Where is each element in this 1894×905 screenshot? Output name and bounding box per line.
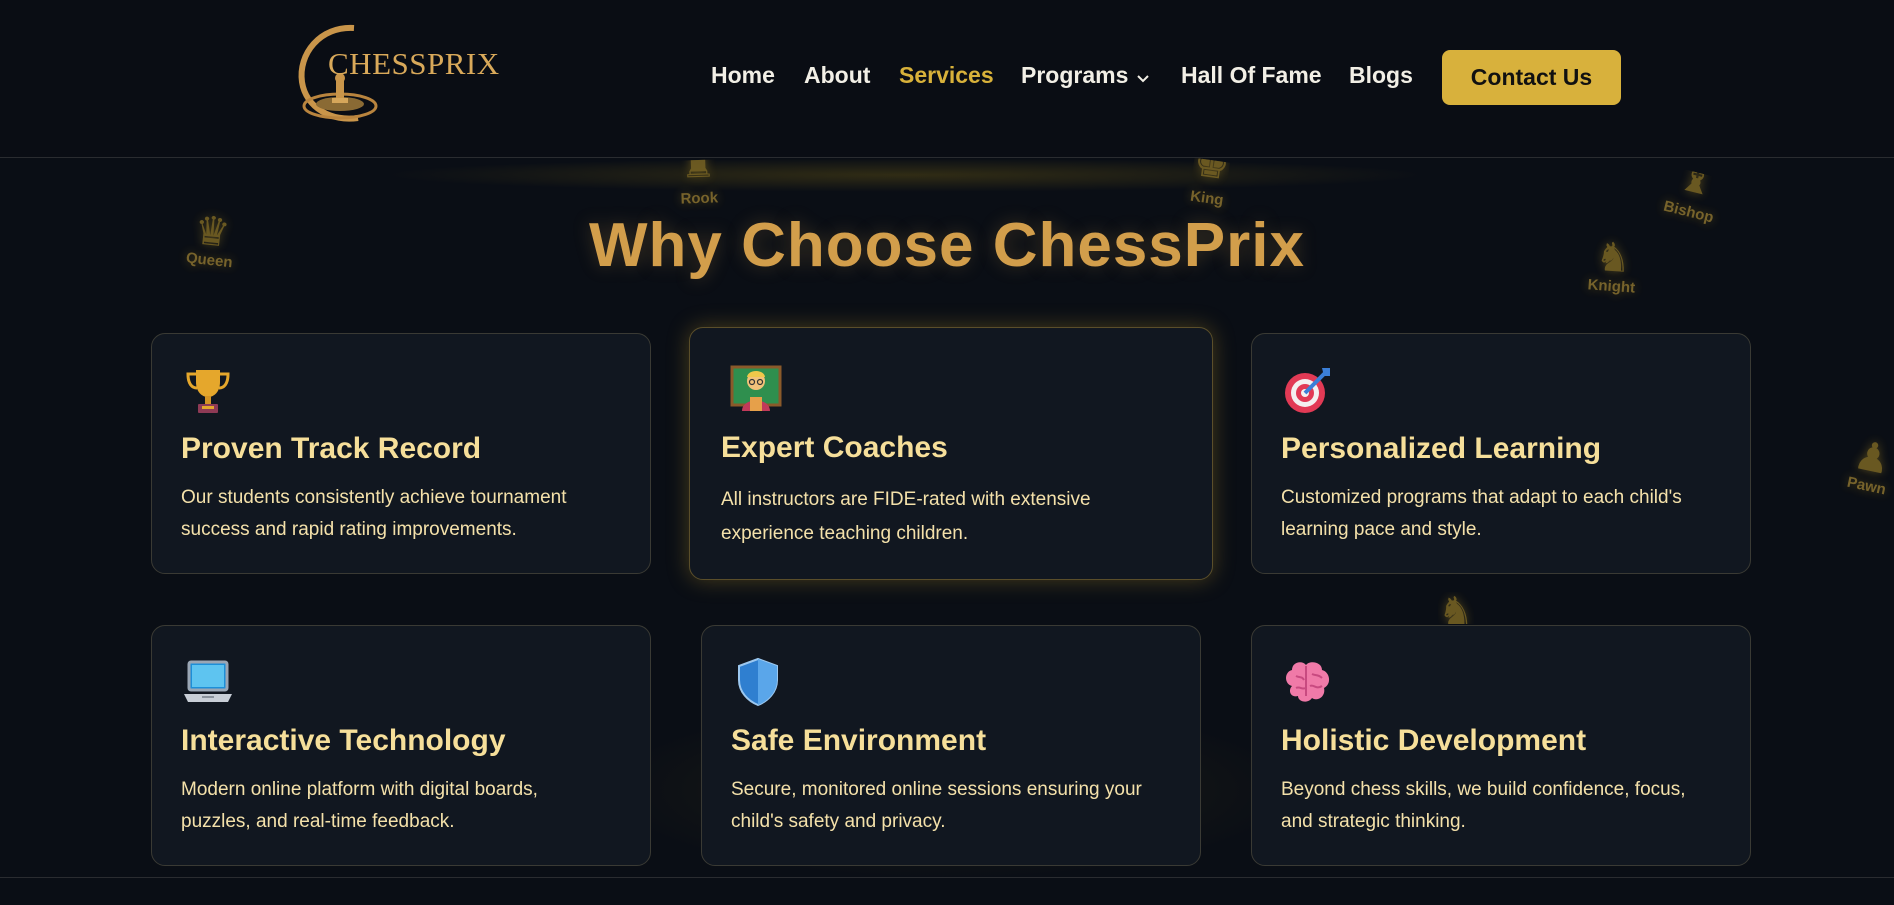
card-title: Holistic Development: [1281, 724, 1587, 757]
card-title: Safe Environment: [731, 724, 987, 757]
card-description: Modern online platform with digital boar…: [181, 779, 538, 832]
card-description: Customized programs that adapt to each c…: [1281, 487, 1682, 540]
card-description: All instructors are FIDE-rated with exte…: [721, 489, 1091, 544]
card-description: Beyond chess skills, we build confidence…: [1281, 779, 1686, 832]
nav-programs[interactable]: Programs: [1021, 62, 1150, 90]
chessprix-logo[interactable]: CHESSPRIX: [292, 24, 499, 124]
nav-home[interactable]: Home: [711, 62, 775, 89]
teacher-icon: [730, 363, 782, 415]
header-glow: [380, 158, 1430, 192]
card-description: Secure, monitored online sessions ensuri…: [731, 779, 1142, 832]
feature-card-expert-coaches: Expert Coaches All instructors are FIDE-…: [689, 327, 1213, 580]
floating-piece-rook: ♜ Rook: [679, 159, 719, 208]
feature-card-safe-environment: Safe Environment Secure, monitored onlin…: [701, 625, 1201, 866]
feature-card-personalized-learning: Personalized Learning Customized program…: [1251, 333, 1751, 574]
floating-piece-knight-2: ♞: [1438, 592, 1474, 624]
section-divider: [0, 877, 1894, 878]
target-icon: [1282, 364, 1334, 416]
card-title: Interactive Technology: [181, 724, 506, 757]
trophy-icon: [182, 364, 234, 416]
card-title: Personalized Learning: [1281, 432, 1602, 465]
nav-blogs[interactable]: Blogs: [1349, 62, 1413, 89]
card-title: Proven Track Record: [181, 432, 482, 465]
king-icon: ♚: [1190, 157, 1230, 189]
chevron-down-icon: [1136, 63, 1150, 90]
card-title: Expert Coaches: [721, 431, 948, 464]
section-title: Why Choose ChessPrix: [589, 211, 1305, 280]
nav-services[interactable]: Services: [899, 62, 994, 89]
card-description: Our students consistently achieve tourna…: [181, 487, 567, 540]
nav-hall-of-fame[interactable]: Hall Of Fame: [1181, 62, 1322, 89]
floating-piece-pawn: ♟ Pawn: [1845, 432, 1894, 499]
feature-card-track-record: Proven Track Record Our students consist…: [151, 333, 651, 574]
nav-about[interactable]: About: [804, 62, 870, 89]
brain-icon: [1282, 656, 1334, 708]
contact-us-button[interactable]: Contact Us: [1442, 50, 1621, 105]
laptop-icon: [182, 656, 234, 708]
floating-piece-king: ♚ King: [1189, 157, 1230, 210]
feature-card-holistic-development: Holistic Development Beyond chess skills…: [1251, 625, 1751, 866]
nav-programs-label: Programs: [1021, 62, 1129, 88]
site-header: CHESSPRIX Home About Services Programs H…: [0, 0, 1894, 158]
shield-icon: [732, 656, 784, 708]
feature-card-interactive-technology: Interactive Technology Modern online pla…: [151, 625, 651, 866]
knight-icon: ♞: [1438, 592, 1474, 624]
rook-icon: ♜: [679, 159, 717, 187]
brand-name: CHESSPRIX: [328, 46, 500, 81]
